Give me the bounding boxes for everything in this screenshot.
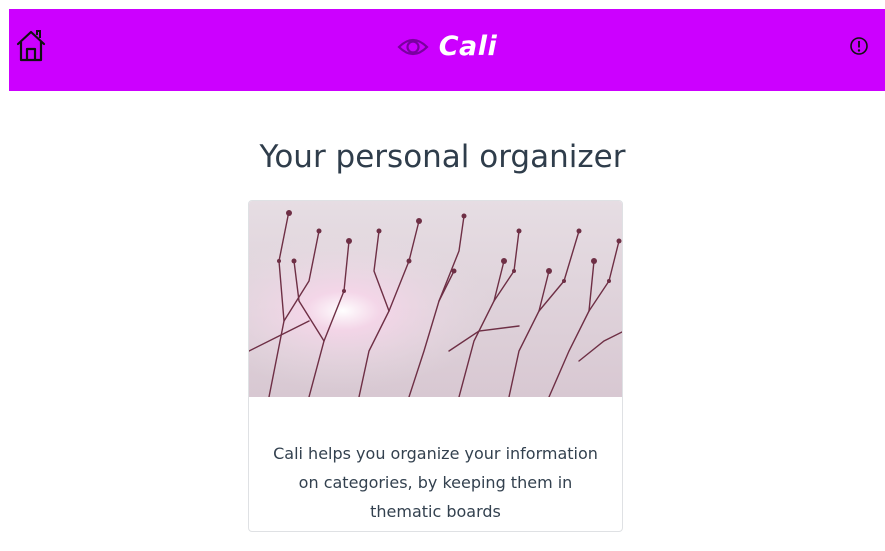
info-button[interactable]: [849, 36, 869, 56]
info-icon: [850, 37, 868, 55]
brand-name: Cali: [438, 31, 498, 62]
card-description: Cali helps you organize your information…: [273, 444, 598, 521]
eye-icon: [397, 38, 429, 55]
top-navbar: Cali: [9, 9, 885, 91]
brand[interactable]: Cali: [9, 31, 885, 62]
card-image: [249, 201, 622, 397]
intro-card: Cali helps you organize your information…: [248, 200, 623, 532]
page-title: Your personal organizer: [259, 138, 626, 175]
